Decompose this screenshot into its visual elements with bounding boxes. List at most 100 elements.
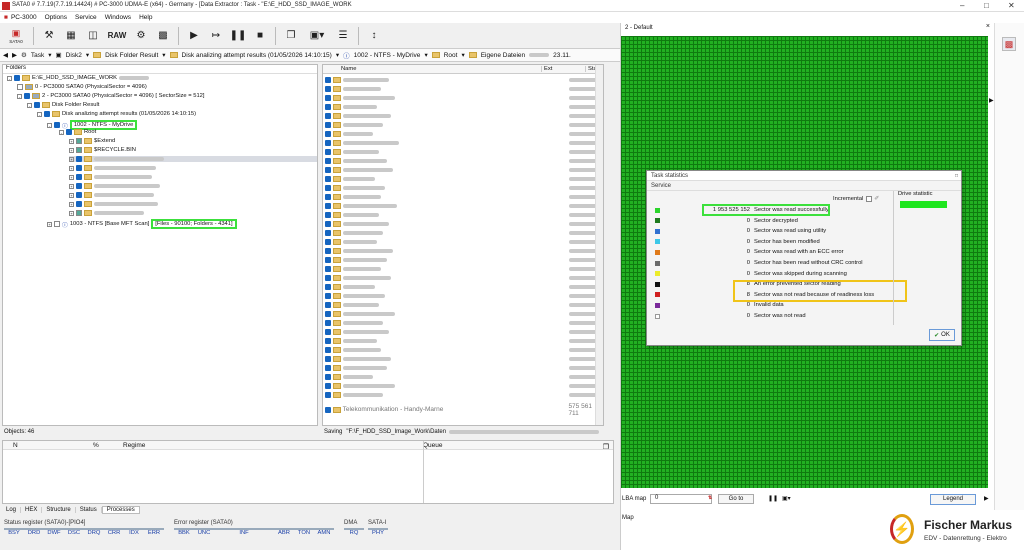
tree-node-disk-folder[interactable]: - Disk Folder Result [27, 102, 99, 108]
chevron-down-icon[interactable]: ▾ [86, 51, 89, 59]
list-item[interactable] [325, 327, 603, 336]
checkbox-icon[interactable] [76, 183, 82, 189]
list-item[interactable] [325, 390, 603, 399]
expand-icon[interactable]: + [69, 138, 74, 144]
more-icon[interactable]: ▶ [984, 495, 989, 502]
list-item[interactable] [325, 210, 603, 219]
checkbox-icon[interactable] [325, 346, 331, 353]
scan-button[interactable]: ⚙ [132, 27, 150, 45]
checkbox-icon[interactable] [325, 292, 331, 299]
checkbox-icon[interactable] [44, 111, 50, 117]
checkbox-icon[interactable] [325, 256, 331, 263]
list-item[interactable] [325, 129, 603, 138]
tab-map[interactable]: Map [622, 515, 634, 521]
checkbox-icon[interactable] [325, 283, 331, 290]
checkbox-icon[interactable] [325, 157, 331, 164]
goto-button[interactable]: Go to [718, 494, 754, 504]
expand-icon[interactable]: + [69, 201, 74, 207]
tree-node-blurred[interactable]: + [69, 210, 144, 216]
checkbox-icon[interactable] [325, 175, 331, 182]
checkbox-icon[interactable] [325, 319, 331, 326]
chevron-down-icon[interactable]: ▾ [336, 51, 339, 59]
checkbox-icon[interactable] [76, 147, 82, 153]
list-item[interactable] [325, 318, 603, 327]
tab-hex[interactable]: HEX [21, 507, 43, 513]
maximize-icon[interactable]: □ [984, 1, 989, 10]
list-item[interactable] [325, 372, 603, 381]
expand-icon[interactable]: + [69, 210, 74, 216]
list-item[interactable] [325, 102, 603, 111]
tab-log[interactable]: Log [2, 507, 22, 513]
pane-close-icon[interactable]: × [986, 23, 990, 30]
hex-dec-toggle[interactable]: ⇅ [708, 495, 712, 501]
expand-icon[interactable]: + [69, 183, 74, 189]
list-item[interactable] [325, 282, 603, 291]
chevron-down-icon[interactable]: ▾ [461, 51, 464, 59]
tree-node-blurred[interactable]: + [69, 183, 160, 189]
list-item[interactable] [325, 93, 603, 102]
back-arrow-icon[interactable]: ◀ [3, 51, 8, 59]
tab-structure[interactable]: Structure [42, 507, 76, 513]
list-button[interactable]: ☰ [334, 27, 352, 45]
checkbox-icon[interactable] [325, 364, 331, 371]
list-item[interactable] [325, 228, 603, 237]
minimize-icon[interactable]: – [960, 1, 964, 10]
list-item[interactable] [325, 291, 603, 300]
collapse-icon[interactable]: - [37, 111, 42, 117]
step-button[interactable]: ↦ [207, 27, 225, 45]
list-item[interactable] [325, 84, 603, 93]
checkbox-icon[interactable] [325, 112, 331, 119]
copy-button[interactable]: ❐ [282, 27, 300, 45]
checkbox-icon[interactable] [325, 211, 331, 218]
list-item[interactable] [325, 201, 603, 210]
list-item[interactable] [325, 156, 603, 165]
file-list-scrollbar[interactable] [595, 65, 603, 425]
checkbox-icon[interactable] [325, 229, 331, 236]
crumb-ntfs[interactable]: 1002 - NTFS - MyDrive [354, 52, 421, 59]
checkbox-icon[interactable] [325, 103, 331, 110]
column-pct[interactable]: % [93, 442, 123, 449]
tree-node-ntfs-mft[interactable]: + ⓘ 1003 - NTFS [Base MFT Scan] [Files - 90… [47, 219, 237, 229]
tab-status[interactable]: Status [76, 507, 102, 513]
list-item[interactable] [325, 120, 603, 129]
lba-input[interactable]: 0 [650, 494, 712, 504]
tools-button[interactable]: ⚒ [40, 27, 58, 45]
list-item[interactable] [325, 363, 603, 372]
collapse-icon[interactable]: - [27, 102, 32, 108]
checkbox-icon[interactable] [24, 93, 30, 99]
checkbox-icon[interactable] [325, 166, 331, 173]
incremental-toggle[interactable]: Incremental ✐ [833, 195, 879, 202]
list-item[interactable] [325, 273, 603, 282]
pin-icon[interactable]: ✐ [874, 195, 879, 202]
monitor-button[interactable]: ▣▾ [304, 27, 330, 45]
close-icon[interactable]: ✕ [1008, 1, 1015, 10]
expand-icon[interactable]: + [69, 174, 74, 180]
chevron-down-icon[interactable]: ▾ [48, 51, 51, 59]
list-item[interactable] [325, 309, 603, 318]
checkbox-icon[interactable] [325, 193, 331, 200]
dialog-close-icon[interactable]: □ [955, 173, 958, 179]
checkbox-icon[interactable] [325, 184, 331, 191]
legend-button[interactable]: Legend [930, 494, 976, 505]
sata-port-button[interactable]: ▣ SATA0 [5, 27, 27, 45]
table-button[interactable]: ▦ [62, 27, 80, 45]
checkbox-icon[interactable] [325, 355, 331, 362]
checkbox-icon[interactable] [14, 75, 20, 81]
checkbox-icon[interactable] [76, 210, 82, 216]
checkbox-icon[interactable] [325, 139, 331, 146]
tree-node-blurred[interactable]: + [69, 156, 317, 162]
crumb-root[interactable]: Root [444, 52, 458, 59]
menu-app[interactable]: PC-3000 [11, 14, 37, 21]
checkbox-icon[interactable] [325, 220, 331, 227]
chevron-down-icon[interactable]: ▾ [162, 51, 165, 59]
checkbox-icon[interactable] [325, 265, 331, 272]
list-item[interactable] [325, 345, 603, 354]
list-item[interactable] [325, 219, 603, 228]
scroll-arrow-icon[interactable]: ▶ [989, 97, 994, 104]
image-button[interactable]: ▩ [154, 27, 172, 45]
pause-icon[interactable]: ❚❚ [768, 495, 778, 502]
crumb-attempt[interactable]: Disk analizing attempt results (01/05/20… [182, 52, 332, 59]
tree-node-sector2[interactable]: - 2 - PC3000 SATA0 (PhysicalSector = 4096… [17, 93, 205, 99]
checkbox-icon[interactable] [325, 382, 331, 389]
list-item[interactable] [325, 255, 603, 264]
